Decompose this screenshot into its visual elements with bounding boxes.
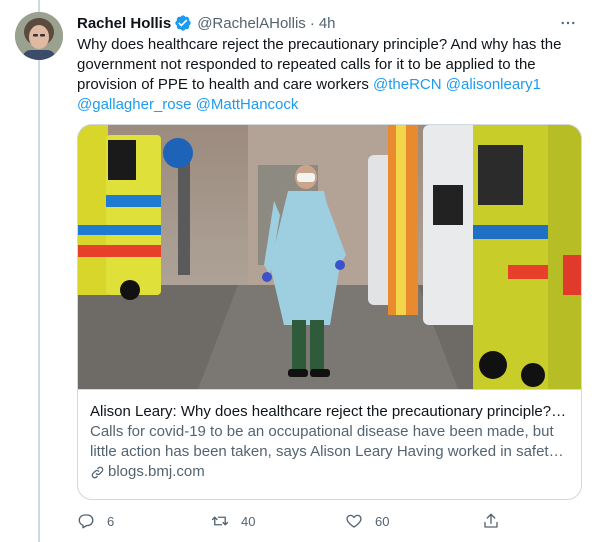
- card-domain-text: blogs.bmj.com: [108, 463, 205, 480]
- card-image: [78, 125, 581, 390]
- share-icon: [484, 513, 498, 528]
- thread-line: [38, 0, 40, 542]
- mention-link[interactable]: @gallagher_rose: [77, 96, 191, 113]
- card-description: Calls for covid-19 to be an occupational…: [90, 422, 569, 462]
- mention-link[interactable]: @theRCN: [373, 76, 442, 93]
- more-icon[interactable]: [558, 13, 578, 33]
- reply-button[interactable]: 6: [77, 510, 114, 532]
- mention-link[interactable]: @MattHancock: [196, 96, 299, 113]
- avatar[interactable]: [15, 12, 63, 60]
- card-body: Alison Leary: Why does healthcare reject…: [78, 390, 581, 482]
- link-preview-card[interactable]: Alison Leary: Why does healthcare reject…: [77, 124, 582, 500]
- retweet-icon: [211, 516, 229, 526]
- tweet-text: Why does healthcare reject the precautio…: [77, 35, 577, 115]
- author-name[interactable]: Rachel Hollis: [77, 15, 171, 32]
- retweet-button[interactable]: 40: [211, 510, 255, 532]
- share-button[interactable]: [482, 510, 512, 532]
- separator-dot: ·: [309, 14, 315, 32]
- reply-icon: [78, 514, 94, 529]
- reply-count: 6: [107, 513, 115, 529]
- tweet-actions: 6 40 60: [77, 510, 507, 532]
- tweet-header: Rachel Hollis @RachelAHollis · 4h: [77, 13, 578, 33]
- link-icon: [91, 466, 104, 478]
- author-handle[interactable]: @RachelAHollis: [197, 15, 306, 32]
- like-count: 60: [375, 513, 390, 529]
- mention-link[interactable]: @alisonleary1: [446, 76, 541, 93]
- tweet-timestamp[interactable]: 4h: [319, 15, 336, 32]
- like-button[interactable]: 60: [345, 510, 389, 532]
- verified-badge-icon: [174, 14, 192, 32]
- card-description-line: Calls for covid-19 to be an occupational…: [90, 423, 554, 440]
- card-description-line: little action has been taken, says Aliso…: [90, 443, 569, 460]
- card-domain: blogs.bmj.com: [90, 462, 569, 482]
- retweet-count: 40: [241, 513, 256, 529]
- like-icon: [346, 514, 362, 528]
- card-title: Alison Leary: Why does healthcare reject…: [90, 403, 569, 420]
- avatar-photo: [15, 12, 63, 60]
